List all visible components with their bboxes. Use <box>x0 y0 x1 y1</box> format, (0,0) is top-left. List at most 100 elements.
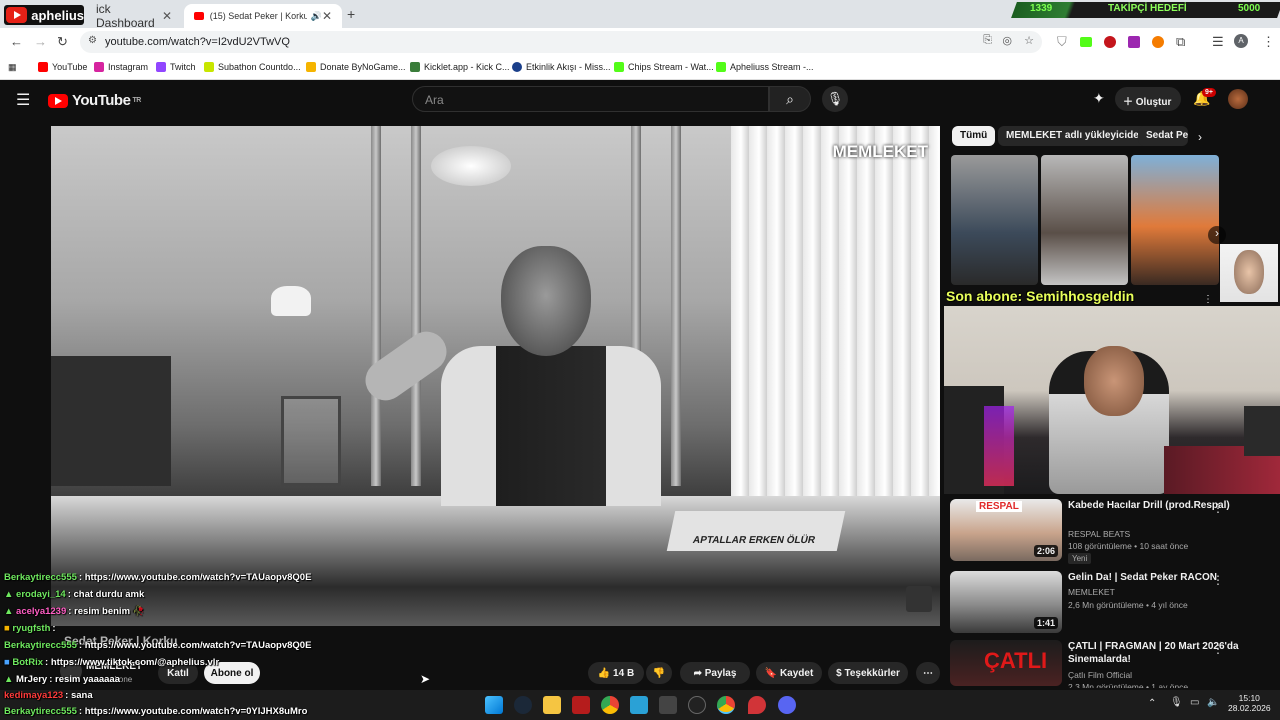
more-vert-icon[interactable]: ⋮ <box>1212 573 1224 587</box>
reading-list-icon[interactable]: ☰ <box>1212 34 1224 50</box>
chevron-up-icon[interactable]: ⌃ <box>1148 698 1156 709</box>
carousel-next-icon[interactable]: › <box>1208 226 1226 244</box>
search-icon: ⌕ <box>786 91 794 107</box>
save-button[interactable]: 🔖 Kaydet <box>756 662 822 684</box>
chevron-right-icon[interactable]: › <box>1198 130 1202 144</box>
bookmark-youtube[interactable]: YouTube <box>38 62 87 72</box>
short-thumbnail[interactable] <box>951 155 1038 285</box>
channel-name[interactable]: RESPAL BEATS <box>1068 529 1130 539</box>
more-vert-icon[interactable]: ⋮ <box>1212 642 1224 656</box>
like-button[interactable]: 👍 14 B <box>588 662 644 684</box>
chip-sedat-peker[interactable]: Sedat Pe <box>1138 126 1188 146</box>
thanks-button[interactable]: $ Teşekkürler <box>828 662 908 684</box>
reload-icon[interactable]: ↻ <box>57 34 68 50</box>
recommendation-item[interactable]: RESPAL 2:06 Kabede Hacılar Drill (prod.R… <box>950 499 1270 565</box>
app-icon[interactable] <box>572 696 590 714</box>
chrome-menu-icon[interactable]: ⋮ <box>1262 34 1275 50</box>
close-tab-icon[interactable]: ✕ <box>162 9 172 23</box>
chip-from-uploader[interactable]: MEMLEKET adlı yükleyiciden <box>998 126 1153 146</box>
new-tab-button[interactable]: + <box>347 6 355 22</box>
search-input[interactable]: Ara <box>412 86 769 112</box>
share-button[interactable]: ➦ Paylaş <box>680 662 750 684</box>
bookmark-chips[interactable]: Chips Stream - Wat... <box>614 62 714 72</box>
chrome-active-icon[interactable] <box>717 696 735 714</box>
chat-text: : <box>52 623 56 634</box>
tab-kick-dashboard[interactable]: ick Dashboard ✕ <box>86 2 182 30</box>
create-button[interactable]: ＋ Oluştur <box>1115 87 1181 111</box>
purple-extension-icon[interactable] <box>1128 36 1140 48</box>
channel-name[interactable]: MEMLEKET <box>1068 587 1115 597</box>
tab-youtube-video[interactable]: (15) Sedat Peker | Korku - Y 🔊 ✕ <box>184 4 342 28</box>
microphone-tray-icon[interactable]: 🎙 <box>1170 697 1183 708</box>
orange-extension-icon[interactable] <box>1152 36 1164 48</box>
hamburger-menu-icon[interactable]: ☰ <box>16 90 30 110</box>
volume-icon[interactable]: 🔈 <box>1207 697 1219 708</box>
more-vert-icon[interactable]: ⋮ <box>1203 294 1213 305</box>
chip-all[interactable]: Tümü <box>952 126 996 146</box>
channel-name[interactable]: Çatlı Film Official <box>1068 670 1132 680</box>
face <box>1234 250 1264 294</box>
bookmark-donate[interactable]: Donate ByNoGame... <box>306 62 406 72</box>
back-arrow-icon[interactable]: ← <box>10 34 23 49</box>
bookmark-instagram[interactable]: Instagram <box>94 62 148 72</box>
eye-off-icon[interactable]: ◎ <box>1002 34 1012 47</box>
search-button[interactable]: ⌕ <box>769 86 811 112</box>
obs-icon[interactable] <box>688 696 706 714</box>
speaker-icon[interactable]: 🔊 <box>311 11 322 22</box>
bookmark-twitch[interactable]: Twitch <box>156 62 196 72</box>
video-thumbnail[interactable]: ÇATLI <box>950 640 1062 686</box>
share-arrow-icon: ➦ <box>693 667 705 679</box>
red-extension-icon[interactable] <box>1104 36 1116 48</box>
discord-icon[interactable] <box>778 696 796 714</box>
instagram-icon <box>94 62 104 72</box>
chrome-icon[interactable] <box>601 696 619 714</box>
shield-extension-icon[interactable]: ⛉ <box>1057 34 1067 50</box>
forward-arrow-icon[interactable]: → <box>34 34 47 49</box>
chat-text: : resim benim <box>68 606 131 617</box>
bookmark-kicklet[interactable]: Kicklet.app - Kick C... <box>410 62 510 72</box>
apps-grid-icon[interactable]: ▦ <box>8 62 17 73</box>
video-thumbnail[interactable]: 1:41 <box>950 571 1062 633</box>
account-avatar[interactable] <box>1228 89 1248 109</box>
notification-badge: 9+ <box>1202 88 1216 97</box>
extensions-puzzle-icon[interactable]: ⧉ <box>1176 34 1185 50</box>
chat-username: ryugfsth <box>12 623 51 634</box>
windows-start-icon[interactable] <box>485 696 503 714</box>
valorant-icon[interactable] <box>748 696 766 714</box>
clock[interactable]: 15:10 28.02.2026 <box>1228 693 1271 713</box>
browser-tab-strip: ick Dashboard ✕ (15) Sedat Peker | Korku… <box>0 0 1280 30</box>
steam-icon[interactable] <box>514 696 532 714</box>
video-watermark: MEMLEKET <box>832 142 928 161</box>
site-info-icon[interactable]: ⚙ <box>88 35 97 46</box>
video-player[interactable]: APTALLAR ERKEN ÖLÜR MEMLEKET <box>51 126 940 626</box>
dislike-button[interactable]: 👎 <box>646 662 672 684</box>
video-thumbnail[interactable]: RESPAL 2:06 <box>950 499 1062 561</box>
more-actions-button[interactable]: ⋯ <box>916 662 940 684</box>
youtube-logo[interactable]: YouTube TR <box>48 92 141 109</box>
short-thumbnail[interactable] <box>1131 155 1219 285</box>
bookmark-star-icon[interactable]: ☆ <box>1024 34 1034 47</box>
bookmark-apheliuss[interactable]: Apheliuss Stream -... <box>716 62 814 72</box>
recommendation-item[interactable]: 1:41 Gelin Da! | Sedat Peker RACON MEMLE… <box>950 571 1270 637</box>
close-tab-icon[interactable]: ✕ <box>322 9 332 23</box>
more-vert-icon[interactable]: ⋮ <box>1212 501 1224 515</box>
bookmark-etkinlik[interactable]: Etkinlik Akışı - Miss... <box>512 62 611 72</box>
network-icon[interactable]: ▭ <box>1190 697 1199 708</box>
app-icon[interactable] <box>630 696 648 714</box>
profile-avatar[interactable]: A <box>1234 34 1248 48</box>
chat-badge-icon: ▲ <box>4 674 17 685</box>
video-endscreen-button[interactable] <box>906 586 932 612</box>
url-text: youtube.com/watch?v=I2vdU2VTwVQ <box>105 36 290 48</box>
app-icon[interactable] <box>659 696 677 714</box>
bookmark-subathon[interactable]: Subathon Countdo... <box>204 62 301 72</box>
voice-search-button[interactable]: 🎙 <box>822 86 848 112</box>
short-thumbnail[interactable] <box>1041 155 1128 285</box>
file-explorer-icon[interactable] <box>543 696 561 714</box>
install-icon[interactable]: ⎘ <box>983 34 992 47</box>
sparkle-icon[interactable]: ✦ <box>1093 90 1105 107</box>
address-bar[interactable]: ⚙ youtube.com/watch?v=I2vdU2VTwVQ ⎘ ◎ ☆ <box>80 31 1042 53</box>
goal-current: 1339 <box>1030 3 1053 14</box>
browser-toolbar: ← → ↻ ⚙ youtube.com/watch?v=I2vdU2VTwVQ … <box>0 28 1280 56</box>
kick-extension-icon[interactable] <box>1080 37 1092 47</box>
chat-badge-icon: ▲ <box>4 589 17 600</box>
